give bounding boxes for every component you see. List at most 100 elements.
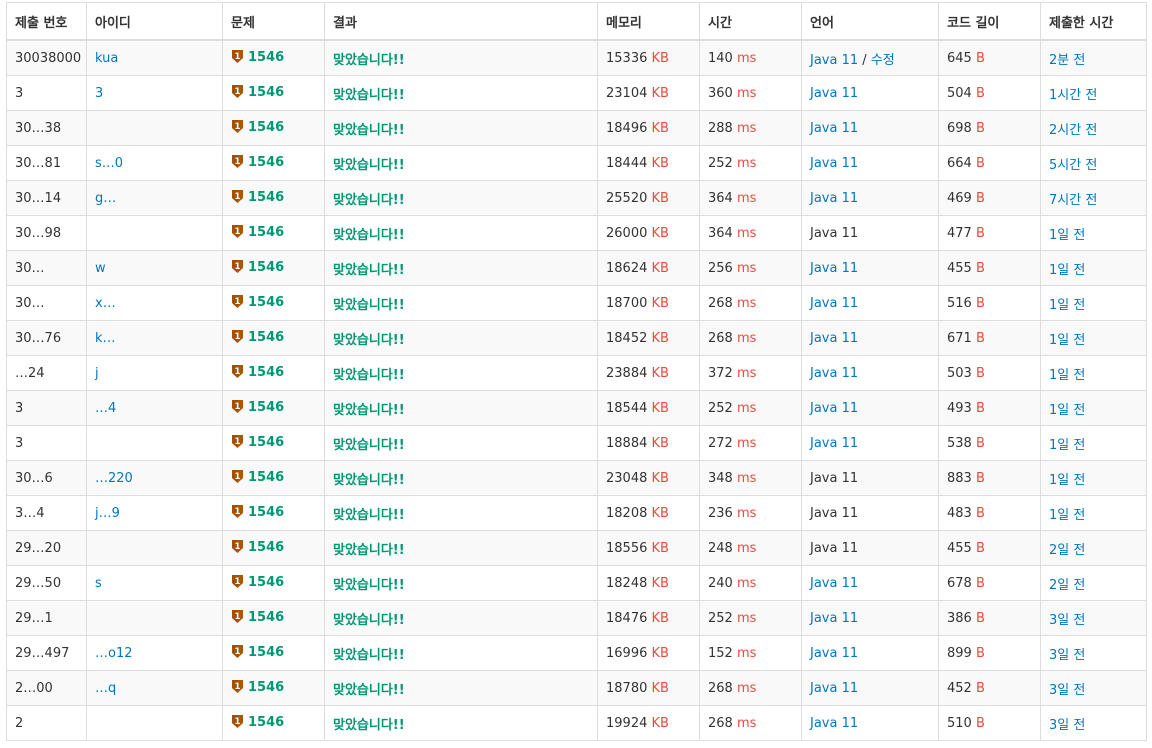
language-link[interactable]: Java 11 (810, 436, 858, 451)
result-cell: 맞았습니다!! (324, 530, 598, 566)
user-link[interactable]: s (95, 576, 102, 591)
submitted-at-link[interactable]: 7시간 전 (1049, 193, 1097, 208)
submitted-at-link[interactable]: 3일 전 (1049, 648, 1085, 663)
language-link[interactable]: Java 11 (810, 86, 858, 101)
memory-cell: 15336 KB (597, 39, 700, 76)
problem-link[interactable]: 1546 (248, 715, 284, 730)
user-link[interactable]: w (95, 261, 106, 276)
submitted-at-link[interactable]: 1일 전 (1049, 473, 1085, 488)
submitted-at-link[interactable]: 1일 전 (1049, 228, 1085, 243)
submitted-at-link[interactable]: 1일 전 (1049, 298, 1085, 313)
language-link[interactable]: Java 11 (810, 401, 858, 416)
submitted-at-link[interactable]: 1일 전 (1049, 403, 1085, 418)
language-link[interactable]: Java 11 (810, 366, 858, 381)
submitted-at-cell: 5시간 전 (1040, 145, 1147, 181)
problem-link[interactable]: 1546 (248, 225, 284, 240)
result-cell: 맞았습니다!! (324, 565, 598, 601)
problem-link[interactable]: 1546 (248, 190, 284, 205)
language-link[interactable]: Java 11 (810, 156, 858, 171)
time-value: 252 (708, 155, 733, 171)
problem-link[interactable]: 1546 (248, 610, 284, 625)
language-link[interactable]: Java 11 (810, 53, 858, 68)
time-unit: ms (736, 295, 757, 311)
submitted-at-link[interactable]: 1시간 전 (1049, 88, 1097, 103)
submitted-at-link[interactable]: 3일 전 (1049, 613, 1085, 628)
user-link[interactable]: x… (95, 296, 116, 311)
language-link[interactable]: Java 11 (810, 191, 858, 206)
submitted-at-link[interactable]: 3일 전 (1049, 718, 1085, 733)
language-link[interactable]: Java 11 (810, 646, 858, 661)
bronze-tier-icon: 1 (231, 84, 244, 103)
edit-link[interactable]: 수정 (871, 53, 895, 68)
result-text: 맞았습니다!! (333, 437, 405, 453)
language-link[interactable]: Java 11 (810, 681, 858, 696)
user-link[interactable]: j (95, 366, 99, 381)
user-link[interactable]: g… (95, 191, 116, 206)
submitted-at-link[interactable]: 1일 전 (1049, 508, 1085, 523)
memory-cell: 18884 KB (597, 425, 700, 461)
problem-link[interactable]: 1546 (248, 505, 284, 520)
problem-link[interactable]: 1546 (248, 120, 284, 135)
problem-link[interactable]: 1546 (248, 365, 284, 380)
language-link[interactable]: Java 11 (810, 261, 858, 276)
problem-link[interactable]: 1546 (248, 50, 284, 65)
submitted-at-link[interactable]: 2일 전 (1049, 543, 1085, 558)
problem-link[interactable]: 1546 (248, 260, 284, 275)
submitted-at-link[interactable]: 5시간 전 (1049, 158, 1097, 173)
code-length-cell: 504 B (938, 75, 1041, 111)
language-link[interactable]: Java 11 (810, 611, 858, 626)
submitted-at-link[interactable]: 1일 전 (1049, 263, 1085, 278)
code-length-value: 664 (947, 155, 972, 171)
problem-link[interactable]: 1546 (248, 295, 284, 310)
user-id-cell: j (86, 355, 223, 391)
submitted-at-cell: 1시간 전 (1040, 75, 1147, 111)
submitted-at-link[interactable]: 2일 전 (1049, 578, 1085, 593)
user-link[interactable]: …q (95, 681, 116, 696)
submitted-at-link[interactable]: 2시간 전 (1049, 123, 1097, 138)
memory-cell: 26000 KB (597, 215, 700, 251)
language-link[interactable]: Java 11 (810, 331, 858, 346)
submitted-at-link[interactable]: 1일 전 (1049, 438, 1085, 453)
user-link[interactable]: …4 (95, 401, 116, 416)
user-link[interactable]: 3 (95, 86, 103, 101)
problem-link[interactable]: 1546 (248, 435, 284, 450)
user-link[interactable]: s…0 (95, 156, 123, 171)
user-link[interactable]: kua (95, 51, 118, 66)
result-text: 맞았습니다!! (333, 402, 405, 418)
memory-value: 18624 (606, 260, 648, 276)
problem-link[interactable]: 1546 (248, 680, 284, 695)
submitted-at-link[interactable]: 1일 전 (1049, 368, 1085, 383)
language-link[interactable]: Java 11 (810, 716, 858, 731)
submitted-at-link[interactable]: 2분 전 (1049, 53, 1085, 68)
user-link[interactable]: …220 (95, 471, 133, 486)
problem-cell: 1 1546 (222, 390, 325, 426)
language-link[interactable]: Java 11 (810, 296, 858, 311)
language-cell: Java 11 / 수정 (801, 39, 939, 76)
problem-link[interactable]: 1546 (248, 155, 284, 170)
submitted-at-link[interactable]: 1일 전 (1049, 333, 1085, 348)
problem-link[interactable]: 1546 (248, 330, 284, 345)
language-link[interactable]: Java 11 (810, 121, 858, 136)
time-unit: ms (736, 680, 757, 696)
problem-link[interactable]: 1546 (248, 85, 284, 100)
memory-value: 18544 (606, 400, 648, 416)
language-text: Java 11 (810, 225, 859, 241)
problem-link[interactable]: 1546 (248, 540, 284, 555)
memory-unit: KB (651, 435, 669, 451)
problem-link[interactable]: 1546 (248, 470, 284, 485)
problem-link[interactable]: 1546 (248, 400, 284, 415)
user-link[interactable]: k… (95, 331, 116, 346)
user-link[interactable]: j…9 (95, 506, 120, 521)
time-cell: 272 ms (699, 425, 802, 461)
user-link[interactable]: …o12 (95, 646, 133, 661)
submitted-at-link[interactable]: 3일 전 (1049, 683, 1085, 698)
result-cell: 맞았습니다!! (324, 705, 598, 741)
time-unit: ms (736, 540, 757, 556)
problem-link[interactable]: 1546 (248, 575, 284, 590)
code-length-cell: 455 B (938, 250, 1041, 286)
problem-link[interactable]: 1546 (248, 645, 284, 660)
result-text: 맞았습니다!! (333, 367, 405, 383)
language-link[interactable]: Java 11 (810, 576, 858, 591)
table-row: 29…50 s 1 1546 맞았습니다!! 18248 KB 240 ms Java 11 6… (6, 565, 1147, 601)
submission-id-cell: 30…98 (6, 215, 87, 251)
